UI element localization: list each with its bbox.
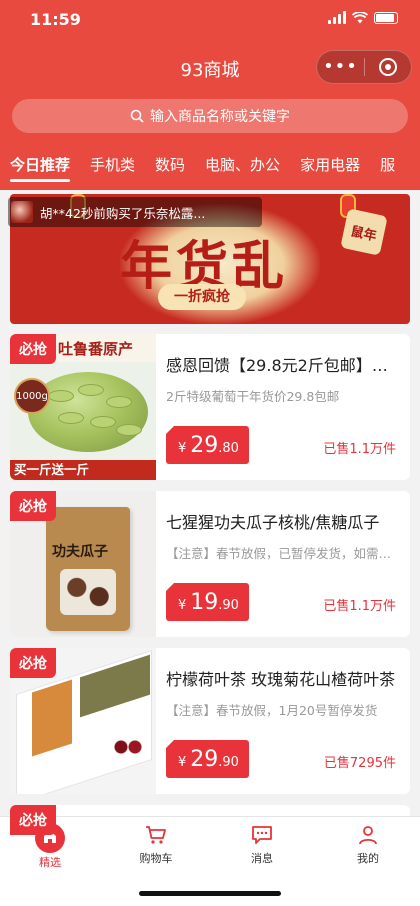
- product-subtitle: 【注意】春节放假，已暂停发货，如需购买: [166, 546, 396, 561]
- tab-today[interactable]: 今日推荐: [0, 140, 80, 186]
- seed-bag-illustration: 功夫瓜子: [46, 507, 130, 631]
- price-integer: 19: [190, 590, 219, 615]
- image-promo-strip: 买一斤送一斤: [10, 460, 156, 480]
- notice-thumbnail: [11, 201, 33, 223]
- weight-tag: 1000g: [14, 378, 50, 414]
- status-time: 11:59: [30, 10, 81, 29]
- price-decimal: .90: [218, 598, 239, 613]
- hot-badge: 必抢: [10, 648, 56, 678]
- purchase-notice: 胡**42秒前购买了乐奈松露...: [8, 197, 262, 227]
- signal-icon: [328, 11, 346, 24]
- product-card[interactable]: 功夫瓜子 必抢 七猩猩功夫瓜子核桃/焦糖瓜子 【注意】春节放假，已暂停发货，如需…: [10, 491, 410, 637]
- hot-badge: 必抢: [10, 805, 56, 835]
- hawthorn-illustration: [114, 740, 142, 754]
- banner-badge: 鼠年: [340, 208, 388, 256]
- tab-appliances[interactable]: 家用电器: [290, 140, 370, 186]
- product-image: 吐鲁番原产 1000g 买一斤送一斤 必抢: [10, 334, 156, 480]
- product-title: 感恩回馈【29.8元2斤包邮】新疆吐鲁番: [166, 356, 398, 375]
- tab-phones[interactable]: 手机类: [80, 140, 145, 186]
- hot-badge: 必抢: [10, 491, 56, 521]
- tab-computer-office[interactable]: 电脑、办公: [195, 140, 290, 186]
- tea-box-card: [32, 679, 72, 757]
- product-card[interactable]: 吐鲁番原产 1000g 买一斤送一斤 必抢 感恩回馈【29.8元2斤包邮】新疆吐…: [10, 334, 410, 480]
- product-card[interactable]: 必抢 柠檬荷叶茶 玫瑰菊花山楂荷叶茶 【注意】春节放假，1月20号暂停发货 ¥ …: [10, 648, 410, 794]
- navbar: 93商城 •••: [0, 44, 420, 90]
- price-integer: 29: [190, 747, 219, 772]
- price-tag: ¥ 19 .90: [166, 583, 249, 621]
- search-bar[interactable]: 输入商品名称或关键字: [12, 99, 408, 133]
- tabbar-item-messages[interactable]: 消息: [222, 823, 302, 866]
- price-integer: 29: [190, 433, 219, 458]
- product-image: 功夫瓜子 必抢: [10, 491, 156, 637]
- product-title: 柠檬荷叶茶 玫瑰菊花山楂荷叶茶: [166, 670, 396, 689]
- notice-text: 胡**42秒前购买了乐奈松露...: [40, 205, 206, 221]
- more-menu-button[interactable]: •••: [317, 50, 364, 84]
- user-icon: [359, 826, 377, 845]
- product-subtitle: 2斤特级葡萄干年货价29.8包邮: [166, 389, 340, 404]
- sold-count: 已售1.1万件: [323, 599, 396, 614]
- battery-icon: [374, 11, 398, 24]
- price-tag: ¥ 29 .90: [166, 740, 249, 778]
- target-icon: [378, 58, 397, 76]
- price-decimal: .90: [218, 755, 239, 770]
- tab-digital[interactable]: 数码: [145, 140, 195, 186]
- home-indicator: [139, 891, 281, 896]
- tabbar-label: 消息: [251, 852, 273, 865]
- cart-icon: [146, 826, 166, 844]
- tabbar-label: 购物车: [139, 852, 173, 865]
- currency-symbol: ¥: [178, 755, 187, 770]
- currency-symbol: ¥: [178, 598, 187, 613]
- hot-badge: 必抢: [10, 334, 56, 364]
- search-placeholder: 输入商品名称或关键字: [150, 109, 290, 125]
- tabbar-item-profile[interactable]: 我的: [328, 823, 408, 866]
- search-icon: [130, 109, 144, 123]
- sold-count: 已售7295件: [323, 756, 396, 771]
- banner-pill: 一折疯抢: [158, 284, 246, 310]
- product-title: 七猩猩功夫瓜子核桃/焦糖瓜子: [166, 513, 380, 532]
- close-miniprogram-button[interactable]: [365, 58, 411, 76]
- product-subtitle: 【注意】春节放假，1月20号暂停发货: [166, 703, 378, 718]
- wifi-icon: [352, 11, 368, 23]
- status-icons: [328, 11, 398, 24]
- price-tag: ¥ 29 .80: [166, 426, 249, 464]
- bag-window: [60, 569, 116, 615]
- message-icon: [252, 826, 272, 844]
- status-bar: 11:59: [0, 0, 420, 40]
- tabbar-label: 精选: [39, 856, 61, 869]
- tabbar-label: 我的: [357, 852, 379, 865]
- sold-count: 已售1.1万件: [323, 442, 396, 457]
- category-tabs: 今日推荐 手机类 数码 电脑、办公 家用电器 服: [0, 140, 420, 186]
- currency-symbol: ¥: [178, 441, 187, 456]
- tabbar-item-cart[interactable]: 购物车: [116, 823, 196, 866]
- miniprogram-capsule: •••: [316, 50, 412, 84]
- tab-clothing[interactable]: 服: [370, 140, 405, 186]
- bag-label: 功夫瓜子: [52, 544, 108, 560]
- product-image: 必抢: [10, 648, 156, 794]
- price-decimal: .80: [218, 441, 239, 456]
